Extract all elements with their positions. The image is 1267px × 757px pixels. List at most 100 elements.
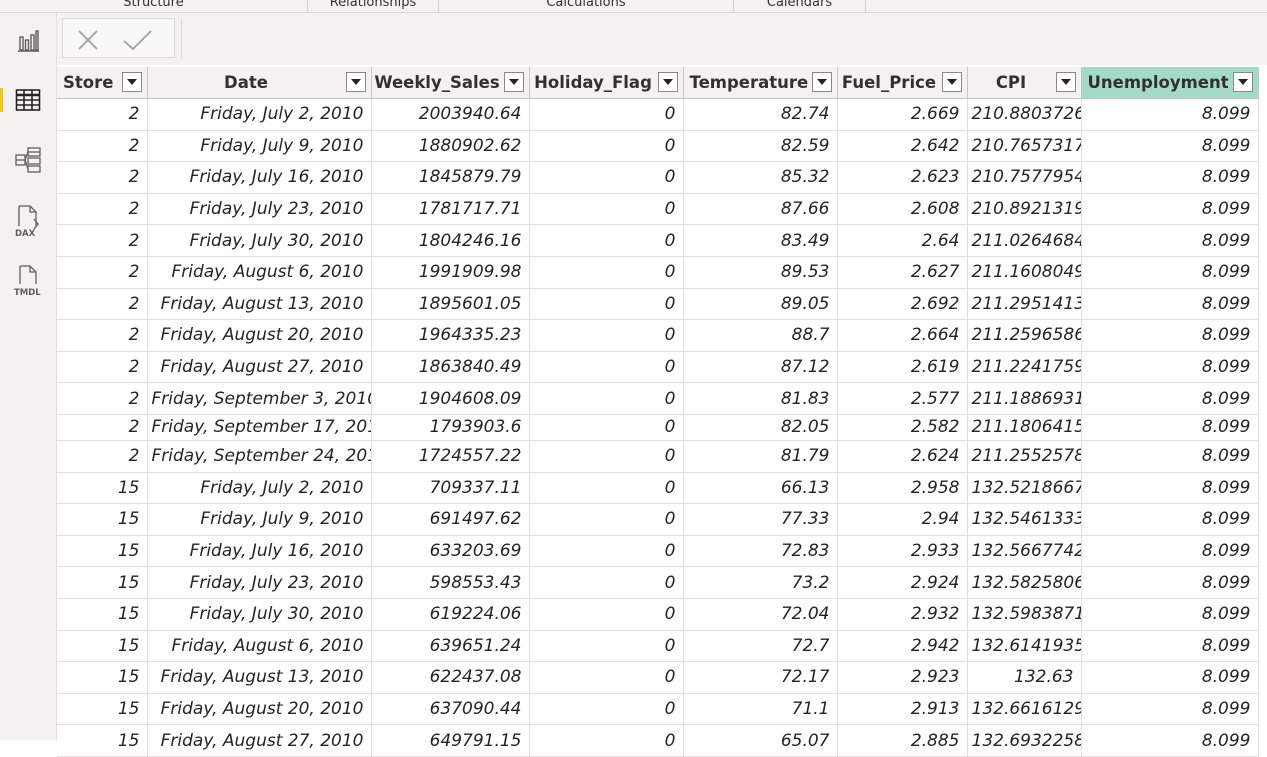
cell-holiday-flag[interactable]: 0 [529, 161, 684, 194]
cell-weekly-sales[interactable]: 649791.15 [371, 724, 530, 757]
cell-date[interactable]: Friday, September 3, 2010 [147, 382, 372, 415]
column-filter-button[interactable] [503, 72, 524, 92]
cell-temperature[interactable]: 66.13 [683, 472, 838, 505]
cell-fuel-price[interactable]: 2.933 [837, 535, 968, 568]
cell-weekly-sales[interactable]: 1845879.79 [371, 161, 530, 194]
cell-date[interactable]: Friday, September 24, 2010 [147, 440, 372, 473]
dax-query-view-button[interactable]: DAX [8, 201, 48, 241]
column-header-date[interactable]: Date [147, 67, 372, 99]
cell-cpi[interactable]: 210.7657317 [967, 130, 1082, 163]
cell-store[interactable]: 2 [57, 382, 148, 415]
cell-date[interactable]: Friday, July 16, 2010 [147, 535, 372, 568]
cell-store[interactable]: 15 [57, 566, 148, 599]
cell-fuel-price[interactable]: 2.958 [837, 472, 968, 505]
cell-cpi[interactable]: 211.2596586 [967, 319, 1082, 352]
cell-date[interactable]: Friday, August 20, 2010 [147, 693, 372, 726]
column-filter-button[interactable] [1232, 72, 1253, 92]
cell-store[interactable]: 2 [57, 414, 148, 441]
cell-fuel-price[interactable]: 2.692 [837, 288, 968, 321]
cell-holiday-flag[interactable]: 0 [529, 535, 684, 568]
column-filter-button[interactable] [1055, 72, 1076, 92]
cell-fuel-price[interactable]: 2.924 [837, 566, 968, 599]
cell-temperature[interactable]: 89.53 [683, 256, 838, 289]
cell-weekly-sales[interactable]: 1781717.71 [371, 193, 530, 226]
cell-cpi[interactable]: 132.6932258 [967, 724, 1082, 757]
cell-fuel-price[interactable]: 2.923 [837, 661, 968, 694]
cell-store[interactable]: 15 [57, 535, 148, 568]
cell-unemployment[interactable]: 8.099 [1081, 161, 1259, 194]
cell-temperature[interactable]: 65.07 [683, 724, 838, 757]
cell-cpi[interactable]: 210.8921319 [967, 193, 1082, 226]
cell-weekly-sales[interactable]: 709337.11 [371, 472, 530, 505]
cell-weekly-sales[interactable]: 637090.44 [371, 693, 530, 726]
cell-store[interactable]: 15 [57, 724, 148, 757]
cell-unemployment[interactable]: 8.099 [1081, 661, 1259, 694]
cell-cpi[interactable]: 211.1806415 [967, 414, 1082, 441]
cell-temperature[interactable]: 77.33 [683, 503, 838, 536]
cell-fuel-price[interactable]: 2.885 [837, 724, 968, 757]
cell-weekly-sales[interactable]: 1964335.23 [371, 319, 530, 352]
cell-weekly-sales[interactable]: 639651.24 [371, 630, 530, 663]
cell-fuel-price[interactable]: 2.932 [837, 598, 968, 631]
cell-store[interactable]: 15 [57, 693, 148, 726]
cell-cpi[interactable]: 132.5667742 [967, 535, 1082, 568]
cell-temperature[interactable]: 82.05 [683, 414, 838, 441]
cell-unemployment[interactable]: 8.099 [1081, 351, 1259, 384]
cell-date[interactable]: Friday, August 20, 2010 [147, 319, 372, 352]
cell-unemployment[interactable]: 8.099 [1081, 440, 1259, 473]
cell-fuel-price[interactable]: 2.624 [837, 440, 968, 473]
cell-fuel-price[interactable]: 2.577 [837, 382, 968, 415]
cell-temperature[interactable]: 73.2 [683, 566, 838, 599]
cell-date[interactable]: Friday, July 9, 2010 [147, 503, 372, 536]
cell-date[interactable]: Friday, August 27, 2010 [147, 724, 372, 757]
cell-cpi[interactable]: 132.5218667 [967, 472, 1082, 505]
cell-holiday-flag[interactable]: 0 [529, 630, 684, 663]
cell-cpi[interactable]: 132.63 [967, 661, 1082, 694]
cell-holiday-flag[interactable]: 0 [529, 288, 684, 321]
cell-weekly-sales[interactable]: 1880902.62 [371, 130, 530, 163]
cell-fuel-price[interactable]: 2.623 [837, 161, 968, 194]
cell-cpi[interactable]: 211.2241759 [967, 351, 1082, 384]
column-filter-button[interactable] [941, 72, 962, 92]
cell-date[interactable]: Friday, July 2, 2010 [147, 472, 372, 505]
cell-store[interactable]: 2 [57, 351, 148, 384]
cell-fuel-price[interactable]: 2.669 [837, 98, 968, 131]
cell-store[interactable]: 2 [57, 98, 148, 131]
cell-temperature[interactable]: 72.17 [683, 661, 838, 694]
cell-fuel-price[interactable]: 2.608 [837, 193, 968, 226]
cell-unemployment[interactable]: 8.099 [1081, 193, 1259, 226]
column-header-fuel-price[interactable]: Fuel_Price [837, 67, 968, 99]
cell-unemployment[interactable]: 8.099 [1081, 630, 1259, 663]
cell-temperature[interactable]: 85.32 [683, 161, 838, 194]
model-view-button[interactable] [8, 140, 48, 180]
cell-unemployment[interactable]: 8.099 [1081, 414, 1259, 441]
cell-date[interactable]: Friday, August 6, 2010 [147, 630, 372, 663]
column-filter-button[interactable] [811, 72, 832, 92]
cell-holiday-flag[interactable]: 0 [529, 130, 684, 163]
cell-date[interactable]: Friday, July 23, 2010 [147, 193, 372, 226]
cell-store[interactable]: 15 [57, 630, 148, 663]
cell-cpi[interactable]: 132.5461333 [967, 503, 1082, 536]
cell-temperature[interactable]: 72.7 [683, 630, 838, 663]
cell-unemployment[interactable]: 8.099 [1081, 98, 1259, 131]
cell-unemployment[interactable]: 8.099 [1081, 693, 1259, 726]
cell-holiday-flag[interactable]: 0 [529, 98, 684, 131]
cell-temperature[interactable]: 82.74 [683, 98, 838, 131]
cell-store[interactable]: 2 [57, 224, 148, 257]
tmdl-view-button[interactable]: TMDL [8, 261, 48, 301]
column-header-store[interactable]: Store [57, 67, 148, 99]
cell-temperature[interactable]: 72.04 [683, 598, 838, 631]
cell-unemployment[interactable]: 8.099 [1081, 130, 1259, 163]
cell-store[interactable]: 15 [57, 661, 148, 694]
column-header-temperature[interactable]: Temperature [683, 67, 838, 99]
cell-unemployment[interactable]: 8.099 [1081, 566, 1259, 599]
cell-fuel-price[interactable]: 2.582 [837, 414, 968, 441]
cell-unemployment[interactable]: 8.099 [1081, 382, 1259, 415]
cell-unemployment[interactable]: 8.099 [1081, 598, 1259, 631]
cell-weekly-sales[interactable]: 598553.43 [371, 566, 530, 599]
cell-cpi[interactable]: 132.5825806 [967, 566, 1082, 599]
cell-fuel-price[interactable]: 2.664 [837, 319, 968, 352]
cell-fuel-price[interactable]: 2.942 [837, 630, 968, 663]
column-header-weekly-sales[interactable]: Weekly_Sales [371, 67, 530, 99]
report-view-button[interactable] [8, 21, 48, 61]
